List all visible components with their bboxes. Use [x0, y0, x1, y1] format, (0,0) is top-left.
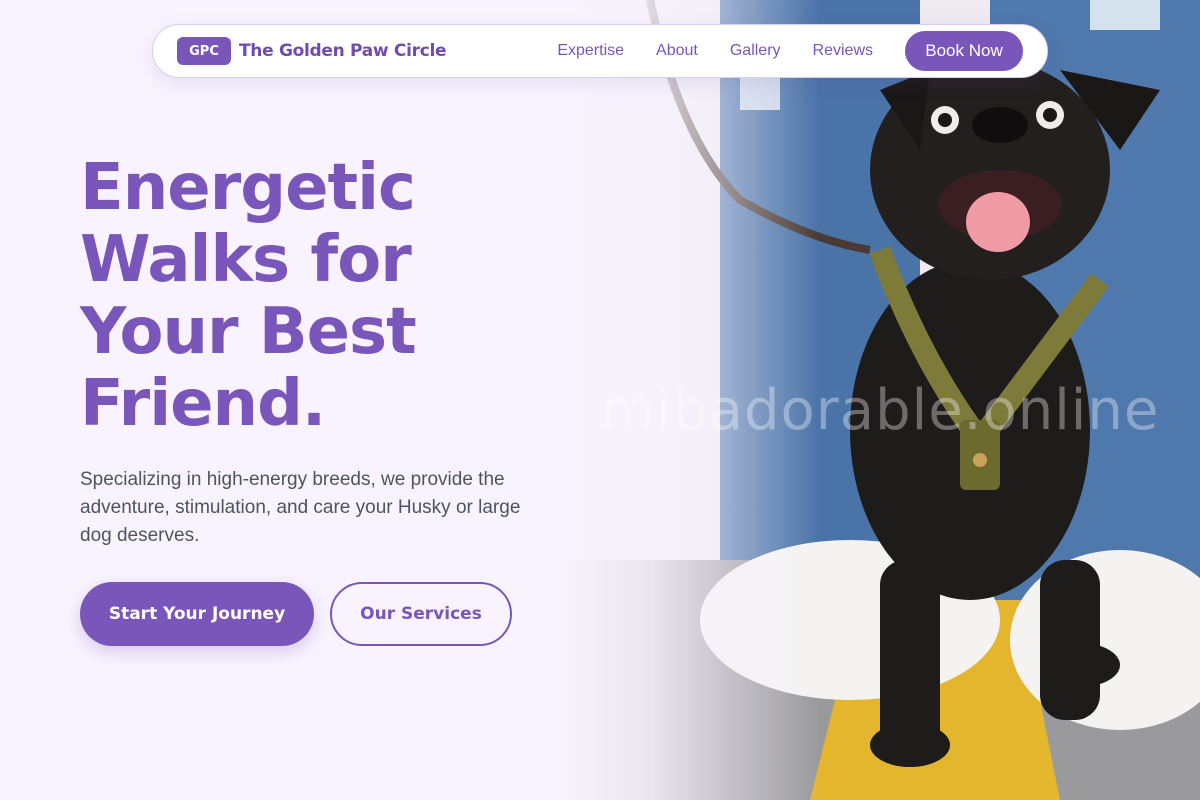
our-services-button[interactable]: Our Services: [330, 582, 512, 646]
headline-line: Energetic: [80, 151, 416, 225]
nav-links: Expertise About Gallery Reviews: [557, 42, 873, 60]
nav-link-expertise[interactable]: Expertise: [557, 42, 624, 60]
brand-name: The Golden Paw Circle: [239, 41, 447, 61]
brand-badge: GPC: [177, 37, 231, 65]
hero-subtitle: Specializing in high-energy breeds, we p…: [80, 469, 521, 546]
brand-logo[interactable]: GPC The Golden Paw Circle: [177, 37, 447, 65]
headline-line: Your Best: [80, 295, 417, 369]
headline-line: Walks for: [80, 223, 412, 297]
headline-line: Friend.: [80, 367, 326, 441]
hero-image: mibadorable.online: [560, 0, 1200, 800]
nav-link-gallery[interactable]: Gallery: [730, 42, 781, 60]
nav-link-about[interactable]: About: [656, 42, 698, 60]
start-journey-button[interactable]: Start Your Journey: [80, 582, 314, 646]
watermark: mibadorable.online: [600, 378, 1160, 443]
hero-headline: Energetic Walks for Your Best Friend.: [80, 152, 550, 440]
nav-link-reviews[interactable]: Reviews: [813, 42, 873, 60]
book-now-button[interactable]: Book Now: [905, 31, 1023, 71]
top-navbar: GPC The Golden Paw Circle Expertise Abou…: [152, 24, 1048, 78]
